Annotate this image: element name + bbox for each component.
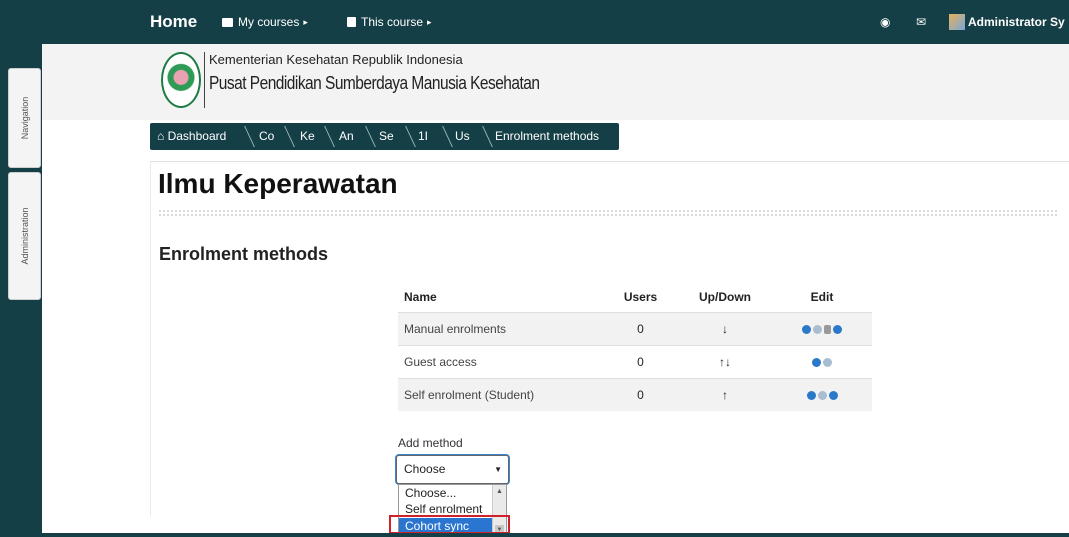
settings-icon[interactable] (833, 324, 842, 334)
breadcrumb-separator (231, 126, 255, 147)
org-name-line1: Kementerian Kesehatan Republik Indonesia (209, 52, 463, 67)
breadcrumb-item[interactable]: An (339, 123, 354, 150)
breadcrumb-item[interactable]: Us (455, 123, 470, 150)
move-up-down-icon[interactable]: ↑↓ (678, 344, 772, 378)
table-row: Guest access 0 ↑↓ (398, 344, 872, 378)
method-users: 0 (603, 344, 678, 378)
administration-tab[interactable]: Administration (8, 172, 41, 300)
mail-icon[interactable]: ✉ (916, 0, 926, 44)
highlight-box (389, 515, 510, 534)
table-row: Self enrolment (Student) 0 ↑ (398, 377, 872, 411)
eye-slash-icon[interactable] (817, 391, 827, 401)
add-method-select[interactable]: Choose ▼ (396, 455, 509, 484)
breadcrumb-item[interactable]: 1I (418, 123, 428, 150)
breadcrumb-separator (271, 126, 295, 147)
breadcrumb: ⌂ Dashboard Co Ke An Se 1I Us Enrolment … (150, 123, 619, 150)
breadcrumb-dashboard-label: Dashboard (167, 129, 227, 143)
this-course-menu[interactable]: This course ▸ (347, 0, 432, 44)
edit-actions (772, 344, 872, 378)
bottom-bar (0, 533, 1069, 537)
user-menu[interactable]: Administrator Sy (949, 0, 1065, 44)
eye-icon[interactable] (813, 324, 822, 334)
column-header-updown: Up/Down (699, 290, 751, 305)
avatar (949, 14, 965, 30)
move-up-icon[interactable]: ↑ (678, 377, 772, 411)
delete-icon[interactable] (802, 324, 811, 334)
edit-actions (772, 311, 872, 345)
caret-right-icon: ▸ (427, 16, 432, 27)
home-link[interactable]: Home (150, 0, 197, 44)
navigation-tab-label: Navigation (19, 96, 30, 140)
breadcrumb-item-dashboard[interactable]: ⌂ Dashboard (157, 123, 226, 150)
edit-actions (772, 377, 872, 411)
add-method-label: Add method (398, 436, 463, 450)
breadcrumb-separator (469, 126, 493, 147)
breadcrumb-item-current[interactable]: Enrolment methods (495, 123, 599, 150)
dropdown-option[interactable]: Choose... (399, 485, 492, 502)
org-name-line2: Pusat Pendidikan Sumberdaya Manusia Kese… (209, 73, 540, 93)
delete-icon[interactable] (812, 357, 821, 367)
caret-right-icon: ▸ (303, 16, 308, 27)
my-courses-label: My courses (238, 15, 300, 29)
breadcrumb-separator (429, 126, 453, 147)
breadcrumb-separator (352, 126, 376, 147)
chevron-down-icon: ▼ (494, 465, 502, 474)
settings-icon[interactable] (828, 391, 838, 401)
top-navbar: Home My courses ▸ This course ▸ ◉ ✉ Admi… (42, 0, 1069, 44)
scroll-up-icon[interactable]: ▲ (496, 488, 503, 495)
my-courses-menu[interactable]: My courses ▸ (222, 0, 308, 44)
table-header-row: Name Users Up/Down Edit (398, 283, 872, 312)
page-title: Ilmu Keperawatan (158, 168, 398, 199)
enrolment-methods-table: Name Users Up/Down Edit Manual enrolment… (398, 283, 872, 411)
table-row: Manual enrolments 0 ↓ (398, 311, 872, 345)
column-header-users: Users (623, 290, 658, 305)
column-header-name: Name (404, 290, 437, 305)
site-header: Kementerian Kesehatan Republik Indonesia… (42, 44, 1069, 120)
user-icon[interactable] (824, 324, 831, 334)
this-course-label: This course (361, 15, 424, 29)
delete-icon[interactable] (806, 391, 816, 401)
method-users: 0 (603, 377, 678, 411)
method-name: Guest access (398, 344, 603, 378)
column-header-edit: Edit (810, 290, 834, 305)
user-name: Administrator Sy (968, 15, 1065, 29)
add-method-selected-value: Choose (404, 462, 446, 476)
globe-icon[interactable]: ◉ (880, 0, 890, 44)
breadcrumb-separator (392, 126, 416, 147)
header-divider (204, 52, 205, 108)
dotted-divider (158, 209, 1058, 217)
breadcrumb-item[interactable]: Se (379, 123, 394, 150)
course-icon (347, 17, 356, 27)
method-users: 0 (603, 311, 678, 345)
move-down-icon[interactable]: ↓ (678, 311, 772, 345)
eye-icon[interactable] (823, 357, 832, 367)
section-title: Enrolment methods (159, 244, 329, 264)
ministry-logo[interactable] (161, 52, 201, 108)
courses-icon (222, 17, 233, 27)
method-name: Manual enrolments (398, 311, 603, 345)
administration-tab-label: Administration (19, 207, 30, 265)
method-name: Self enrolment (Student) (398, 377, 603, 411)
navigation-tab[interactable]: Navigation (8, 68, 41, 168)
